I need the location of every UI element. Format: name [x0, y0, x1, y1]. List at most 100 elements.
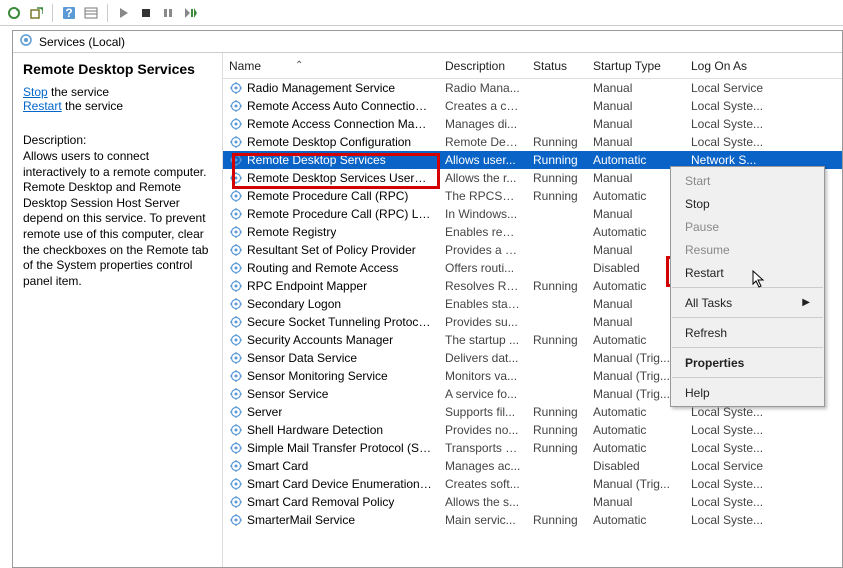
- service-name: Secondary Logon: [247, 297, 341, 311]
- service-status: Running: [527, 279, 587, 293]
- table-row[interactable]: Smart Card Removal PolicyAllows the s...…: [223, 493, 842, 511]
- stop-line: Stop the service: [23, 85, 212, 99]
- service-logon: Local Syste...: [685, 117, 775, 131]
- table-row[interactable]: Smart CardManages ac...DisabledLocal Ser…: [223, 457, 842, 475]
- service-desc: In Windows...: [439, 207, 527, 221]
- ctx-resume[interactable]: Resume: [671, 238, 824, 261]
- service-desc: Monitors va...: [439, 369, 527, 383]
- service-desc: A service fo...: [439, 387, 527, 401]
- service-desc: Allows the r...: [439, 171, 527, 185]
- col-startup[interactable]: Startup Type: [587, 53, 685, 78]
- restart-icon[interactable]: [180, 3, 200, 23]
- services-icon: [19, 33, 33, 50]
- service-desc: Manages di...: [439, 117, 527, 131]
- col-status[interactable]: Status: [527, 53, 587, 78]
- stop-icon[interactable]: [136, 3, 156, 23]
- service-desc: Delivers dat...: [439, 351, 527, 365]
- ctx-start[interactable]: Start: [671, 169, 824, 192]
- service-name: Security Accounts Manager: [247, 333, 393, 347]
- table-row[interactable]: SmarterMail Service Main servic...Running…: [223, 511, 842, 529]
- ctx-properties[interactable]: Properties: [671, 351, 824, 374]
- table-row[interactable]: Shell Hardware DetectionProvides no...Ru…: [223, 421, 842, 439]
- service-startup: Manual: [587, 495, 685, 509]
- pane-title: Services (Local): [39, 35, 125, 49]
- service-icon: [229, 135, 243, 149]
- export-icon[interactable]: [26, 3, 46, 23]
- service-desc: Creates a co...: [439, 99, 527, 113]
- service-desc: The startup ...: [439, 333, 527, 347]
- ctx-all-tasks[interactable]: All Tasks▶: [671, 291, 824, 314]
- pause-icon[interactable]: [158, 3, 178, 23]
- ctx-pause[interactable]: Pause: [671, 215, 824, 238]
- service-desc: Main servic...: [439, 513, 527, 527]
- play-icon[interactable]: [114, 3, 134, 23]
- ctx-help[interactable]: Help: [671, 381, 824, 404]
- service-startup: Automatic: [587, 513, 685, 527]
- table-row[interactable]: Remote Access Auto Connection ...Creates…: [223, 97, 842, 115]
- description-text: Allows users to connect interactively to…: [23, 149, 212, 289]
- service-desc: Radio Mana...: [439, 81, 527, 95]
- service-logon: Network S...: [685, 153, 775, 167]
- refresh-icon[interactable]: [4, 3, 24, 23]
- restart-link[interactable]: Restart: [23, 99, 62, 113]
- service-name: Shell Hardware Detection: [247, 423, 383, 437]
- service-name: Remote Registry: [247, 225, 336, 239]
- service-icon: [229, 459, 243, 473]
- service-logon: Local Syste...: [685, 99, 775, 113]
- ctx-restart[interactable]: Restart: [671, 261, 824, 284]
- service-icon: [229, 495, 243, 509]
- service-name: Remote Desktop Services UserMo...: [247, 171, 433, 185]
- service-icon: [229, 405, 243, 419]
- service-icon: [229, 351, 243, 365]
- service-icon: [229, 99, 243, 113]
- service-name: Remote Desktop Services: [247, 153, 386, 167]
- service-icon: [229, 333, 243, 347]
- service-name: Remote Procedure Call (RPC) Loca...: [247, 207, 433, 221]
- table-row[interactable]: Remote Desktop Configuration Remote Des..…: [223, 133, 842, 151]
- description-label: Description:: [23, 133, 212, 147]
- help-icon[interactable]: ?: [59, 3, 79, 23]
- sort-caret-icon: ⌃: [295, 60, 303, 71]
- service-startup: Manual: [587, 117, 685, 131]
- table-row[interactable]: Radio Management ServiceRadio Mana...Man…: [223, 79, 842, 97]
- service-status: Running: [527, 135, 587, 149]
- service-desc: Offers routi...: [439, 261, 527, 275]
- service-desc: Remote Des...: [439, 135, 527, 149]
- service-logon: Local Syste...: [685, 477, 775, 491]
- service-desc: Allows user...: [439, 153, 527, 167]
- table-row[interactable]: Simple Mail Transfer Protocol (SM...Tran…: [223, 439, 842, 457]
- service-status: Running: [527, 513, 587, 527]
- service-name: Sensor Monitoring Service: [247, 369, 388, 383]
- service-name: Secure Socket Tunneling Protocol ...: [247, 315, 433, 329]
- service-icon: [229, 207, 243, 221]
- service-name: Remote Desktop Configuration: [247, 135, 411, 149]
- table-row[interactable]: Smart Card Device Enumeration S...Create…: [223, 475, 842, 493]
- service-status: Running: [527, 171, 587, 185]
- service-icon: [229, 441, 243, 455]
- stop-link[interactable]: Stop: [23, 85, 48, 99]
- service-desc: Resolves RP...: [439, 279, 527, 293]
- service-status: Running: [527, 405, 587, 419]
- table-row[interactable]: Remote Access Connection Mana...Manages …: [223, 115, 842, 133]
- service-icon: [229, 387, 243, 401]
- ctx-stop[interactable]: Stop: [671, 192, 824, 215]
- service-icon: [229, 297, 243, 311]
- col-logon[interactable]: Log On As: [685, 53, 775, 78]
- column-headers: Name⌃ Description Status Startup Type Lo…: [223, 53, 842, 79]
- service-startup: Automatic: [587, 441, 685, 455]
- col-name[interactable]: Name⌃: [223, 53, 439, 78]
- ctx-refresh[interactable]: Refresh: [671, 321, 824, 344]
- props-icon[interactable]: [81, 3, 101, 23]
- service-icon: [229, 117, 243, 131]
- service-startup: Manual (Trig...: [587, 477, 685, 491]
- service-icon: [229, 423, 243, 437]
- pane-header: Services (Local): [13, 31, 842, 53]
- service-name: Remote Procedure Call (RPC): [247, 189, 408, 203]
- service-status: Running: [527, 333, 587, 347]
- service-desc: Allows the s...: [439, 495, 527, 509]
- service-startup: Automatic: [587, 405, 685, 419]
- service-name: Resultant Set of Policy Provider: [247, 243, 416, 257]
- service-icon: [229, 261, 243, 275]
- col-description[interactable]: Description: [439, 53, 527, 78]
- service-name: SmarterMail Service: [247, 513, 355, 527]
